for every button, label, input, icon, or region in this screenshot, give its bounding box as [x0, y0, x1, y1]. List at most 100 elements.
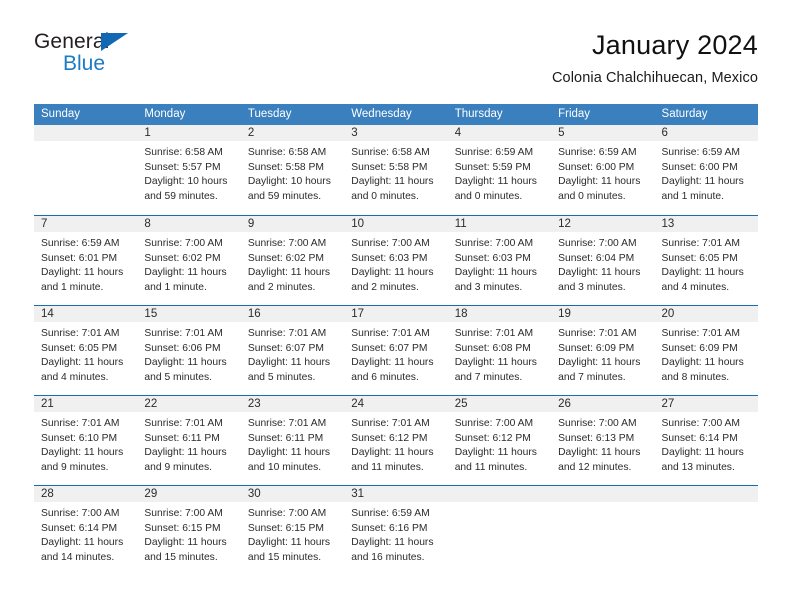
- calendar-cell-empty: [447, 486, 552, 575]
- calendar-day-cell[interactable]: 29 Sunrise: 7:00 AM Sunset: 6:15 PM Dayligh…: [137, 486, 241, 575]
- calendar-day-cell[interactable]: 12 Sunrise: 7:00 AM Sunset: 6:04 PM Dayligh…: [551, 216, 655, 305]
- calendar-day-cell[interactable]: 24 Sunrise: 7:01 AM Sunset: 6:12 PM Dayligh…: [344, 396, 448, 485]
- day-detail-line: and 14 minutes.: [41, 551, 115, 563]
- day-detail-line: and 9 minutes.: [144, 461, 212, 473]
- day-detail-line: Daylight: 11 hours: [351, 447, 434, 459]
- day-details: Sunrise: 7:00 AM Sunset: 6:04 PM Daylight:…: [551, 233, 654, 295]
- day-detail-line: and 0 minutes.: [558, 190, 626, 202]
- day-detail-line: Sunset: 6:02 PM: [247, 252, 324, 264]
- day-number: 8: [144, 218, 151, 230]
- day-number-band: [551, 486, 655, 503]
- calendar-day-cell[interactable]: 15 Sunrise: 7:01 AM Sunset: 6:06 PM Dayligh…: [137, 306, 241, 395]
- day-details: Sunrise: 7:00 AM Sunset: 6:03 PM Daylight:…: [448, 233, 551, 295]
- calendar-day-cell[interactable]: 20 Sunrise: 7:01 AM Sunset: 6:09 PM Dayligh…: [654, 306, 758, 395]
- calendar-day-cell[interactable]: 13 Sunrise: 7:01 AM Sunset: 6:05 PM Dayligh…: [654, 216, 758, 305]
- day-detail-line: Sunrise: 6:58 AM: [351, 147, 430, 158]
- calendar-day-cell[interactable]: 5 Sunrise: 6:59 AM Sunset: 6:00 PM Daylight…: [551, 125, 655, 215]
- day-number-band: 8: [137, 216, 241, 233]
- logo-text-blue: Blue: [63, 52, 106, 75]
- calendar-day-cell[interactable]: 21 Sunrise: 7:01 AM Sunset: 6:10 PM Dayligh…: [34, 396, 138, 485]
- day-number-band: 31: [344, 486, 448, 503]
- calendar-day-cell[interactable]: 17 Sunrise: 7:01 AM Sunset: 6:07 PM Dayligh…: [344, 306, 448, 395]
- day-number: 5: [558, 127, 565, 139]
- calendar-day-cell[interactable]: 8 Sunrise: 7:00 AM Sunset: 6:02 PM Daylight…: [137, 216, 241, 305]
- day-number: 4: [454, 127, 462, 139]
- day-details: Sunrise: 7:01 AM Sunset: 6:09 PM Daylight:…: [551, 323, 654, 385]
- day-detail-line: Sunset: 6:05 PM: [41, 342, 118, 354]
- calendar-day-cell[interactable]: 9 Sunrise: 7:00 AM Sunset: 6:02 PM Daylight…: [240, 216, 345, 305]
- day-detail-line: Sunrise: 7:00 AM: [558, 418, 637, 429]
- day-detail-line: Daylight: 11 hours: [558, 447, 641, 459]
- calendar-day-cell[interactable]: 23 Sunrise: 7:01 AM Sunset: 6:11 PM Dayligh…: [240, 396, 345, 485]
- calendar-day-cell[interactable]: 14 Sunrise: 7:01 AM Sunset: 6:05 PM Dayligh…: [34, 306, 138, 395]
- day-details: Sunrise: 6:58 AM Sunset: 5:58 PM Daylight:…: [344, 142, 447, 204]
- calendar-day-cell[interactable]: 18 Sunrise: 7:01 AM Sunset: 6:08 PM Dayligh…: [447, 306, 552, 395]
- day-number: 21: [41, 398, 54, 410]
- day-details: Sunrise: 6:59 AM Sunset: 6:16 PM Daylight:…: [344, 503, 447, 565]
- day-details: Sunrise: 7:01 AM Sunset: 6:06 PM Daylight:…: [137, 323, 240, 385]
- day-number-band: 18: [447, 306, 552, 323]
- logo-text-general: General: [34, 30, 110, 53]
- day-detail-line: Sunset: 6:11 PM: [247, 432, 324, 444]
- day-details: Sunrise: 7:00 AM Sunset: 6:02 PM Daylight:…: [137, 233, 240, 295]
- day-detail-line: and 4 minutes.: [661, 281, 730, 293]
- day-detail-line: Sunrise: 7:01 AM: [247, 328, 327, 339]
- calendar-day-cell[interactable]: 10 Sunrise: 7:00 AM Sunset: 6:03 PM Dayligh…: [344, 216, 448, 305]
- calendar-day-cell[interactable]: 3 Sunrise: 6:58 AM Sunset: 5:58 PM Daylight…: [344, 125, 448, 215]
- calendar-day-cell[interactable]: 11 Sunrise: 7:00 AM Sunset: 6:03 PM Dayligh…: [447, 216, 552, 305]
- calendar-day-cell[interactable]: 1 Sunrise: 6:58 AM Sunset: 5:57 PM Daylight…: [137, 125, 241, 215]
- day-detail-line: Sunrise: 7:00 AM: [454, 238, 534, 249]
- day-detail-line: Sunrise: 7:01 AM: [351, 418, 430, 429]
- calendar-day-cell[interactable]: 6 Sunrise: 6:59 AM Sunset: 6:00 PM Daylight…: [654, 125, 758, 215]
- day-number-band: 26: [551, 396, 655, 413]
- calendar-day-cell[interactable]: 30 Sunrise: 7:00 AM Sunset: 6:15 PM Dayligh…: [240, 486, 345, 575]
- day-detail-line: and 59 minutes.: [144, 190, 218, 202]
- day-detail-line: Sunset: 6:02 PM: [144, 252, 221, 264]
- calendar-day-cell[interactable]: 2 Sunrise: 6:58 AM Sunset: 5:58 PM Daylight…: [240, 125, 345, 215]
- day-number-band: 23: [240, 396, 345, 413]
- day-details: [655, 503, 758, 507]
- day-number-band: 7: [34, 216, 138, 233]
- calendar-weeks: 1 Sunrise: 6:58 AM Sunset: 5:57 PM Daylight…: [34, 125, 758, 575]
- calendar-day-cell[interactable]: 16 Sunrise: 7:01 AM Sunset: 6:07 PM Dayligh…: [240, 306, 345, 395]
- day-detail-line: Sunset: 6:12 PM: [351, 432, 428, 444]
- day-detail-line: and 7 minutes.: [454, 371, 523, 383]
- day-detail-line: Daylight: 11 hours: [661, 176, 744, 188]
- day-detail-line: Sunset: 6:08 PM: [454, 342, 531, 354]
- day-details: Sunrise: 6:59 AM Sunset: 6:00 PM Daylight:…: [551, 142, 654, 204]
- day-detail-line: and 15 minutes.: [247, 551, 322, 563]
- day-detail-line: Sunset: 6:01 PM: [41, 252, 118, 264]
- day-details: Sunrise: 7:01 AM Sunset: 6:11 PM Daylight:…: [137, 413, 240, 475]
- day-number-band: 19: [551, 306, 655, 323]
- calendar-grid: Sunday Monday Tuesday Wednesday Thursday Frid…: [34, 104, 758, 575]
- day-detail-line: Daylight: 11 hours: [661, 447, 744, 459]
- day-details: [551, 503, 654, 507]
- day-detail-line: Daylight: 11 hours: [144, 357, 227, 369]
- day-number: 10: [351, 218, 365, 230]
- day-detail-line: Sunset: 6:03 PM: [454, 252, 531, 264]
- day-detail-line: Sunset: 5:57 PM: [144, 161, 221, 173]
- calendar-day-cell[interactable]: 25 Sunrise: 7:00 AM Sunset: 6:12 PM Dayligh…: [447, 396, 552, 485]
- day-detail-line: Daylight: 11 hours: [454, 267, 537, 279]
- calendar-day-cell[interactable]: 4 Sunrise: 6:59 AM Sunset: 5:59 PM Daylight…: [447, 125, 552, 215]
- day-detail-line: and 10 minutes.: [247, 461, 322, 473]
- calendar-day-cell[interactable]: 31 Sunrise: 6:59 AM Sunset: 6:16 PM Dayligh…: [344, 486, 448, 575]
- calendar-day-cell[interactable]: 22 Sunrise: 7:01 AM Sunset: 6:11 PM Dayligh…: [137, 396, 241, 485]
- day-detail-line: Sunrise: 6:58 AM: [247, 147, 327, 158]
- day-detail-line: Daylight: 11 hours: [41, 267, 124, 279]
- day-detail-line: Sunrise: 7:00 AM: [661, 418, 740, 429]
- day-number: 19: [558, 308, 571, 320]
- calendar-week-row: 7 Sunrise: 6:59 AM Sunset: 6:01 PM Daylight…: [34, 215, 758, 305]
- calendar-cell-empty: [34, 125, 138, 215]
- day-number-band: 17: [344, 306, 448, 323]
- calendar-day-cell[interactable]: 27 Sunrise: 7:00 AM Sunset: 6:14 PM Dayligh…: [654, 396, 758, 485]
- day-detail-line: Daylight: 11 hours: [144, 267, 227, 279]
- general-blue-logo[interactable]: General Blue: [34, 30, 234, 88]
- calendar-day-cell[interactable]: 26 Sunrise: 7:00 AM Sunset: 6:13 PM Dayligh…: [551, 396, 655, 485]
- day-details: [34, 142, 137, 146]
- day-number: 27: [661, 398, 675, 410]
- calendar-day-cell[interactable]: 19 Sunrise: 7:01 AM Sunset: 6:09 PM Dayligh…: [551, 306, 655, 395]
- calendar-day-cell[interactable]: 7 Sunrise: 6:59 AM Sunset: 6:01 PM Daylight…: [34, 216, 138, 305]
- location-subtitle: Colonia Chalchihuecan, Mexico: [551, 70, 758, 86]
- calendar-day-cell[interactable]: 28 Sunrise: 7:00 AM Sunset: 6:14 PM Dayligh…: [34, 486, 138, 575]
